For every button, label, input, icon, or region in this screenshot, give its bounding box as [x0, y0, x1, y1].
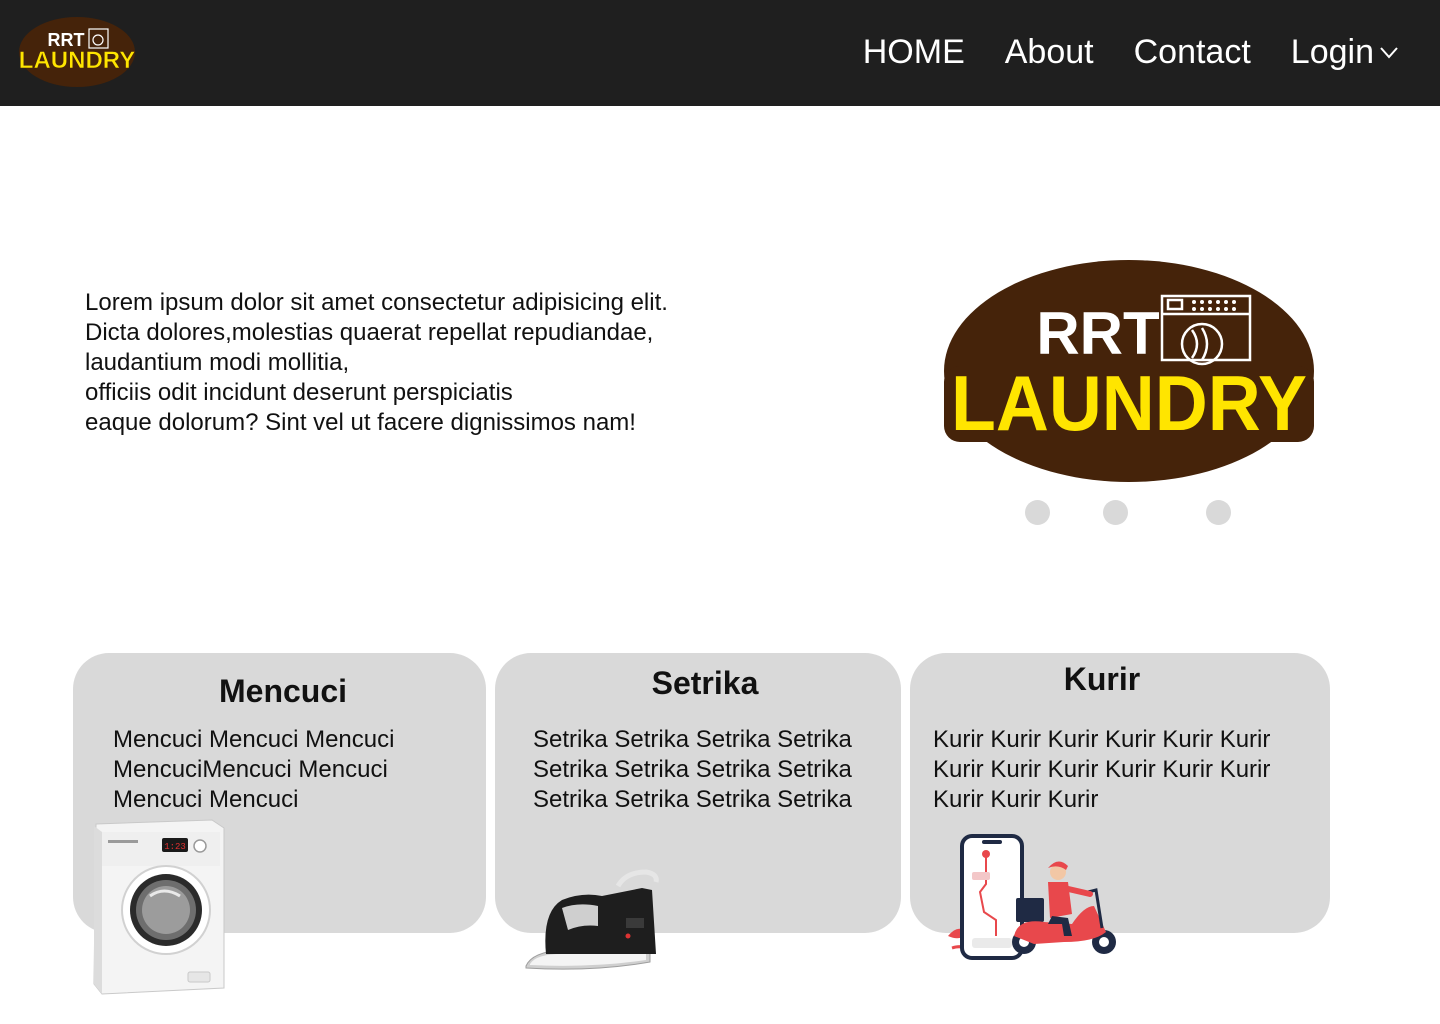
service-title: Mencuci	[218, 673, 348, 709]
service-title: Setrika	[651, 665, 759, 701]
service-title: Kurir	[1063, 661, 1141, 697]
svg-text:1:23: 1:23	[164, 842, 186, 852]
chevron-down-icon	[1380, 47, 1398, 59]
hero-line: Dicta dolores,molestias quaerat repellat…	[85, 319, 654, 346]
service-description-line: Kurir Kurir Kurir	[933, 786, 1099, 813]
svg-text:LAUNDRY: LAUNDRY	[19, 47, 135, 74]
nav-contact-link[interactable]: Contact	[1134, 33, 1251, 72]
service-description-line: MencuciMencuci Mencuci	[113, 756, 388, 783]
svg-text:LAUNDRY: LAUNDRY	[951, 359, 1307, 447]
service-description: Setrika Setrika Setrika Setrika Setrika …	[533, 725, 852, 815]
service-description-line: Mencuci Mencuci Mencuci	[113, 726, 395, 753]
carousel-dot-1[interactable]	[1025, 500, 1050, 525]
nav-home-link[interactable]: HOME	[863, 33, 965, 72]
courier-scooter-icon	[948, 834, 1116, 960]
service-description-line: Mencuci Mencuci	[113, 786, 299, 813]
brand-logo[interactable]: RRT LAUNDRY	[18, 16, 136, 88]
service-description-line: Setrika Setrika Setrika Setrika	[533, 756, 852, 783]
service-description-line: Kurir Kurir Kurir Kurir Kurir Kurir	[933, 726, 1271, 753]
main-nav: HOME About Contact Login	[823, 28, 1400, 76]
hero-line: Lorem ipsum dolor sit amet consectetur a…	[85, 289, 668, 316]
hero-line: eaque dolorum? Sint vel ut facere dignis…	[85, 409, 636, 436]
service-description: Kurir Kurir Kurir Kurir Kurir Kurir Kuri…	[933, 725, 1270, 815]
nav-about-link[interactable]: About	[1005, 33, 1094, 72]
service-description: Mencuci Mencuci Mencuci MencuciMencuci M…	[113, 725, 394, 815]
hero-line: laudantium modi mollitia,	[85, 349, 350, 376]
iron-icon	[525, 869, 659, 970]
hero-description: Lorem ipsum dolor sit amet consectetur a…	[85, 288, 805, 438]
svg-text:RRT: RRT	[1036, 300, 1159, 367]
carousel-dot-3[interactable]	[1206, 500, 1231, 525]
service-description-line: Setrika Setrika Setrika Setrika	[533, 786, 852, 813]
navbar: RRT LAUNDRY HOME About Contact Login	[0, 0, 1440, 106]
hero-line: officiis odit incidunt deserunt perspici…	[85, 379, 513, 406]
washing-machine-icon: 1:23	[93, 819, 225, 995]
carousel-dot-2[interactable]	[1103, 500, 1128, 525]
service-description-line: Setrika Setrika Setrika Setrika	[533, 726, 852, 753]
nav-login-label: Login	[1290, 32, 1374, 71]
service-description-line: Kurir Kurir Kurir Kurir Kurir Kurir	[933, 756, 1271, 783]
hero-logo-image: RRT LAUNDRY	[944, 260, 1314, 482]
nav-login-dropdown[interactable]: Login	[1291, 33, 1400, 72]
